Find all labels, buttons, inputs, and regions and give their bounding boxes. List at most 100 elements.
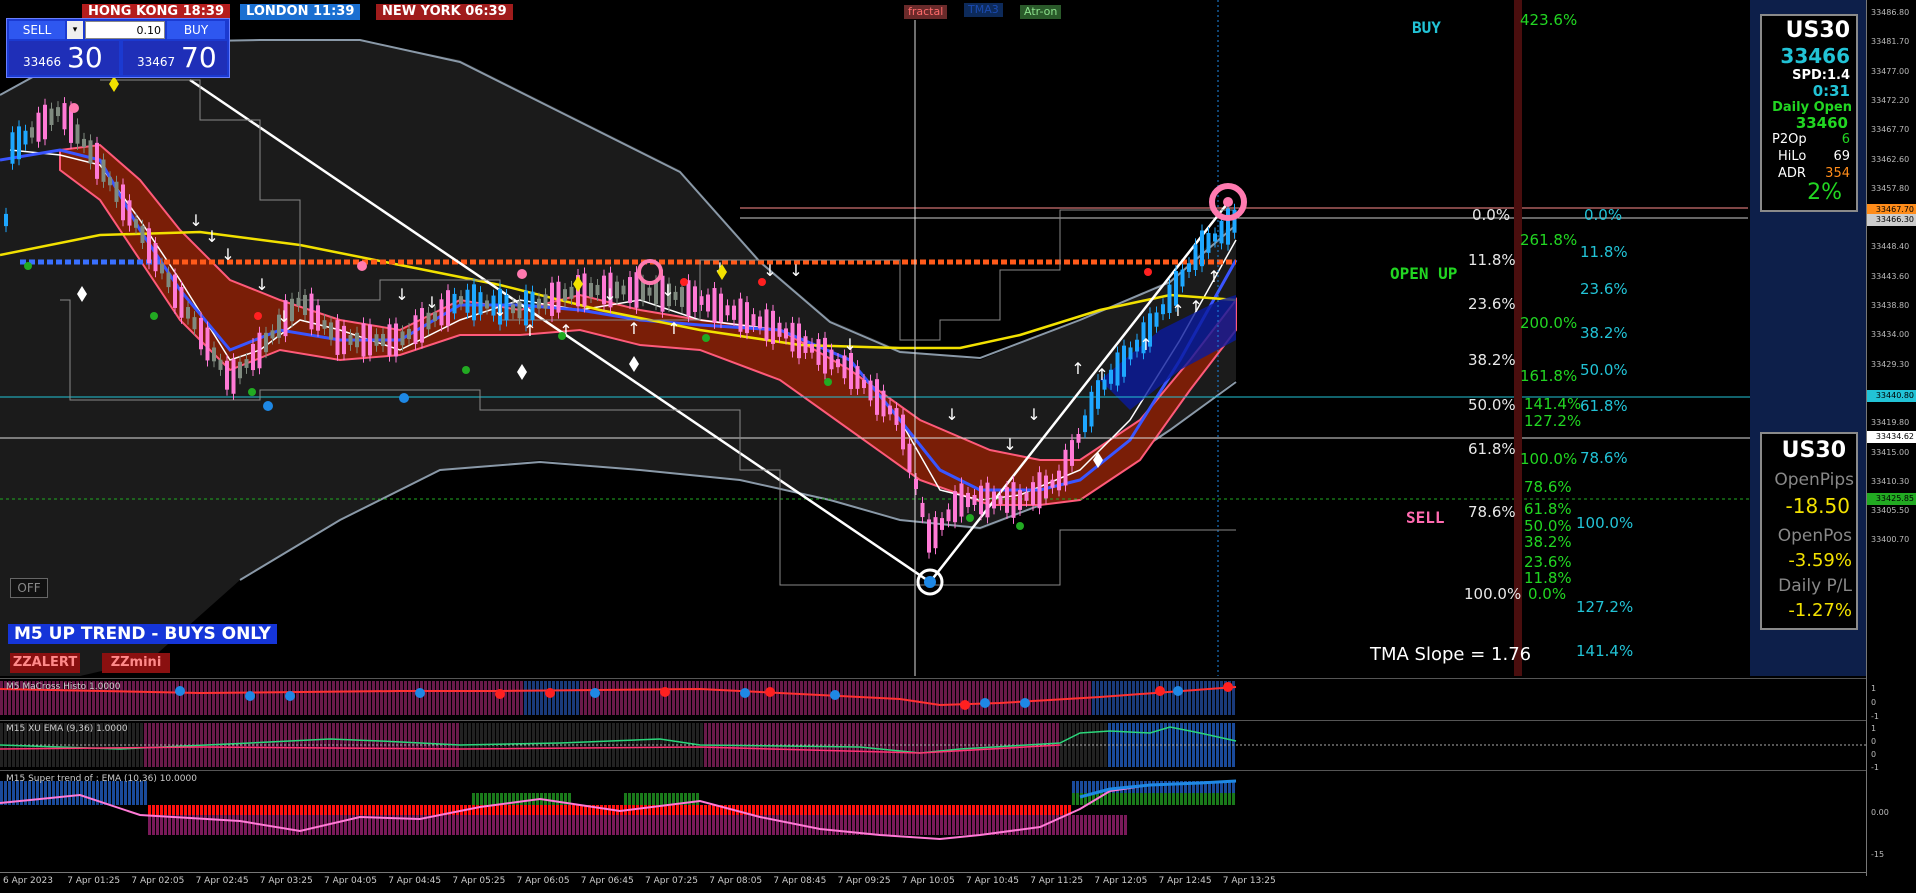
histo-bar	[404, 681, 407, 715]
histo-bar	[536, 681, 539, 715]
histo-bar	[740, 681, 743, 715]
supertrend-bar	[164, 805, 167, 815]
candle-body	[751, 314, 756, 326]
supertrend-bar	[292, 815, 295, 835]
candle-body	[452, 293, 457, 314]
supertrend-bar	[1212, 793, 1215, 805]
candle-body	[218, 359, 223, 370]
supertrend-bar	[1112, 815, 1115, 835]
fractal-toggle-button[interactable]: fractal	[904, 5, 948, 19]
histo-bar	[384, 681, 387, 715]
supertrend-bar	[968, 805, 971, 815]
candle-body	[95, 142, 99, 179]
tma-toggle-button[interactable]: TMA3	[964, 3, 1003, 17]
supertrend-bar	[224, 805, 227, 815]
supertrend-bar	[648, 793, 651, 805]
histo-bar	[608, 681, 611, 715]
candle-body	[472, 284, 476, 321]
supertrend-bar	[964, 805, 967, 815]
supertrend-bar	[884, 815, 887, 835]
supertrend-bar	[896, 805, 899, 815]
histo-bar	[1208, 681, 1211, 715]
ask-price-button[interactable]: 33467 70	[123, 41, 227, 75]
time-axis[interactable]: 6 Apr 2023 7 Apr 01:25 7 Apr 02:05 7 Apr 02…	[0, 872, 1866, 893]
supertrend-bar	[1048, 815, 1051, 835]
candle-body	[1128, 347, 1133, 360]
off-toggle-button[interactable]: OFF	[10, 578, 48, 598]
histo-bar	[724, 681, 727, 715]
histo-bar	[312, 681, 315, 715]
indicator-pane-supertrend[interactable]: M15 Super trend of : EMA (10,36) 10.0000	[0, 770, 1866, 873]
histo-bar	[976, 681, 979, 715]
supertrend-bar	[916, 815, 919, 835]
candle-body	[621, 285, 626, 295]
indicator-pane-macross[interactable]: M5 MaCross Histo 1.0000	[0, 678, 1866, 719]
candle-body	[4, 213, 8, 227]
up-arrow-icon: ↑	[1189, 297, 1202, 316]
indicator-pane-xu-ema[interactable]: M15 XU EMA (9,36) 1.0000	[0, 720, 1866, 769]
lot-dropdown-button[interactable]: ▾	[67, 21, 83, 39]
sell-button[interactable]: SELL	[9, 21, 65, 39]
supertrend-bar	[460, 815, 463, 835]
dot-marker-icon	[517, 269, 527, 279]
supertrend-bar	[504, 815, 507, 835]
supertrend-bar	[924, 805, 927, 815]
candle-body	[933, 517, 938, 549]
candle-body	[251, 343, 255, 371]
histo-bar	[748, 681, 751, 715]
supertrend-bar	[972, 805, 975, 815]
supertrend-bar	[288, 815, 291, 835]
supertrend-bar	[516, 793, 519, 805]
buy-button[interactable]: BUY	[167, 21, 225, 39]
supertrend-bar	[544, 815, 547, 835]
histo-bar	[316, 681, 319, 715]
supertrend-bar	[240, 815, 243, 835]
supertrend-bar	[696, 805, 699, 815]
time-axis-label: 7 Apr 02:05	[131, 876, 185, 886]
histo-bar	[1148, 681, 1151, 715]
histo-bar	[444, 681, 447, 715]
zzalert-button[interactable]: ZZALERT	[10, 653, 80, 673]
supertrend-bar	[440, 815, 443, 835]
histo-bar	[984, 681, 987, 715]
histo-bar	[344, 681, 347, 715]
main-price-chart[interactable]: ↓↓↓↓↓↓↓↓↓↓↓↓↓↓↓↓↓↑↑↑↑↑↑↑↑↑↑ HONG KONG 18…	[0, 0, 1866, 876]
fib-green-8: 61.8%	[1524, 500, 1572, 518]
price-axis-label: 33419.80	[1871, 418, 1910, 428]
pos-daily-pl-label: Daily P/L	[1778, 576, 1852, 596]
down-arrow-icon: ↓	[843, 335, 856, 354]
up-arrow-icon: ↑	[1171, 301, 1184, 320]
supertrend-bar	[888, 815, 891, 835]
zzmini-button[interactable]: ZZmini	[102, 653, 170, 673]
candle-body	[803, 336, 808, 353]
bid-big: 30	[67, 41, 103, 74]
info-p2op-label: P2Op	[1772, 132, 1807, 147]
histo-bar	[1212, 681, 1215, 715]
supertrend-bar	[500, 805, 503, 815]
candle-body	[745, 302, 749, 334]
histo-bar	[1000, 681, 1003, 715]
supertrend-bar	[148, 805, 151, 815]
supertrend-bar	[252, 805, 255, 815]
candle-body	[140, 225, 145, 243]
histo-bar	[1184, 681, 1187, 715]
supertrend-bar	[416, 805, 419, 815]
histo-bar	[1044, 681, 1047, 715]
supertrend-bar	[524, 805, 527, 815]
up-arrow-icon: ↑	[523, 321, 536, 340]
supertrend-bar	[668, 815, 671, 835]
supertrend-bar	[492, 805, 495, 815]
atr-toggle-button[interactable]: Atr-on	[1020, 5, 1062, 19]
supertrend-bar	[1124, 815, 1127, 835]
bid-price-button[interactable]: 33466 30	[9, 41, 119, 75]
supertrend-bar	[652, 793, 655, 805]
histo-bar	[152, 681, 155, 715]
supertrend-bar	[324, 805, 327, 815]
supertrend-bar	[1008, 805, 1011, 815]
candle-body	[1154, 312, 1159, 327]
supertrend-bar	[552, 815, 555, 835]
histo-bar	[460, 681, 463, 715]
supertrend-bar	[716, 815, 719, 835]
lot-size-input[interactable]	[85, 21, 165, 39]
histo-bar	[1172, 681, 1175, 715]
